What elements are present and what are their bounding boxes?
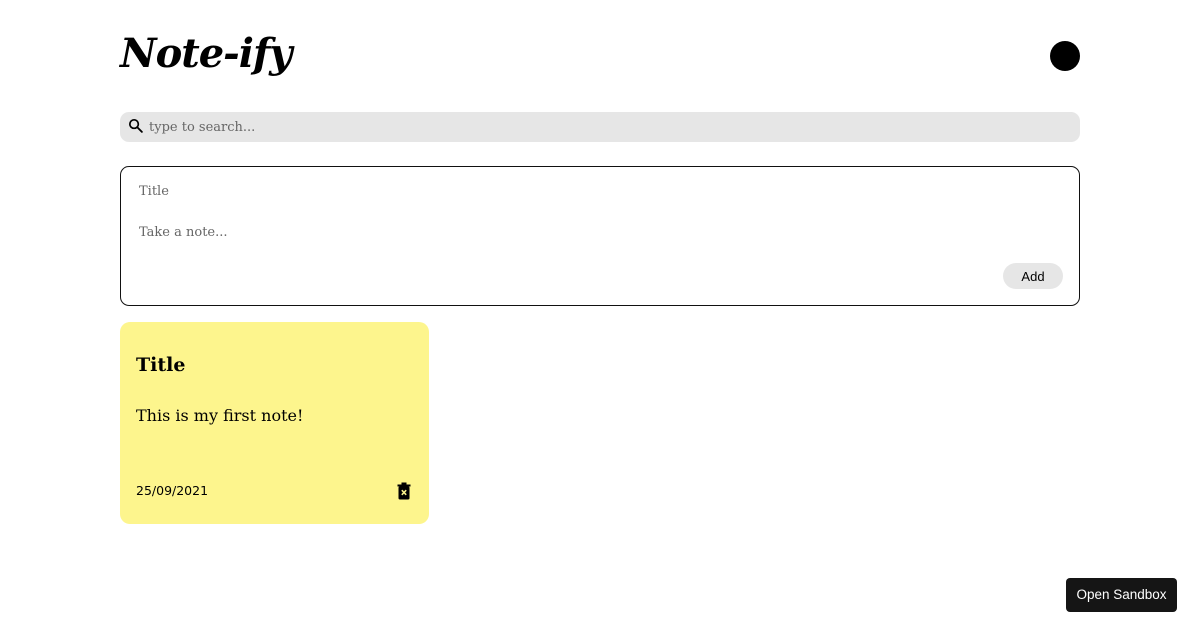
note-title: Title	[136, 354, 186, 376]
note-card: Title This is my first note! 25/09/2021	[120, 322, 429, 524]
note-title-input[interactable]	[139, 184, 1039, 199]
note-body-input[interactable]	[139, 225, 1039, 245]
new-note-composer: Add	[120, 166, 1080, 306]
note-date: 25/09/2021	[136, 483, 209, 498]
search-input[interactable]	[147, 112, 1051, 142]
dark-mode-toggle-icon[interactable]	[1050, 41, 1080, 71]
note-body: This is my first note!	[136, 406, 304, 425]
search-icon	[127, 117, 144, 138]
open-sandbox-button[interactable]: Open Sandbox	[1066, 578, 1177, 612]
delete-icon[interactable]	[397, 482, 411, 500]
add-note-button[interactable]: Add	[1003, 263, 1063, 289]
search-bar	[120, 112, 1080, 142]
header: Note-ify	[120, 26, 1080, 90]
app-logo: Note-ify	[120, 30, 292, 77]
